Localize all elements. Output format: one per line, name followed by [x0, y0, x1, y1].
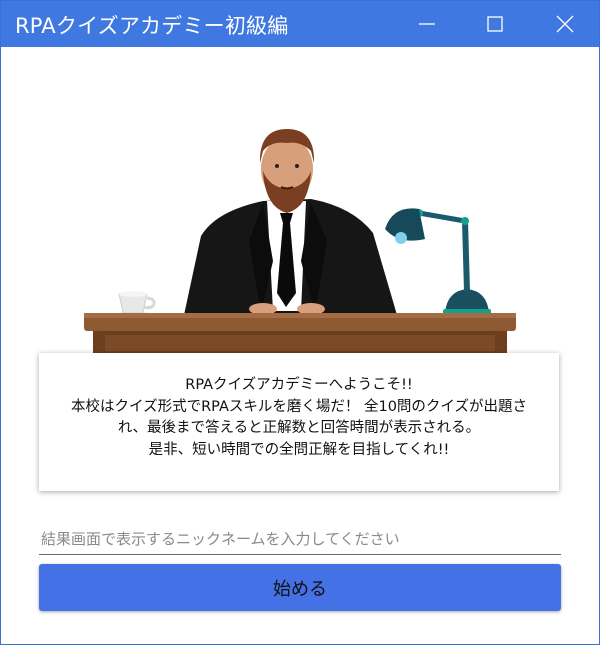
- start-button[interactable]: 始める: [39, 564, 561, 611]
- intro-line-3: れ、最後まで答えると正解数と回答時間が表示される。: [117, 420, 481, 436]
- teacher-illustration: [184, 129, 397, 315]
- desk-lamp-icon: [385, 208, 491, 315]
- maximize-button[interactable]: [461, 1, 529, 47]
- intro-line-2: 本校はクイズ形式でRPAスキルを磨く場だ！ 全10問のクイズが出題さ: [71, 398, 527, 415]
- minimize-button[interactable]: [393, 1, 461, 47]
- intro-line-1: RPAクイズアカデミーへようこそ!!: [185, 377, 413, 393]
- desk: [84, 313, 516, 357]
- intro-line-4: 是非、短い時間での全問正解を目指してくれ!!: [148, 441, 450, 458]
- window-title: RPAクイズアカデミー初級編: [15, 14, 289, 38]
- nickname-input[interactable]: [39, 523, 561, 555]
- close-button[interactable]: [531, 1, 599, 47]
- intro-card: RPAクイズアカデミーへようこそ!! 本校はクイズ形式でRPAスキルを磨く場だ！…: [39, 353, 559, 491]
- classroom-illustration: [84, 129, 516, 357]
- minimize-icon: [419, 23, 435, 25]
- app-window: RPAクイズアカデミー初級編 RPAクイズアカデミーへようこそ!! 本校はクイズ…: [0, 0, 600, 645]
- title-bar[interactable]: RPAクイズアカデミー初級編: [1, 1, 599, 47]
- close-icon: [556, 15, 574, 33]
- maximize-icon: [487, 16, 503, 32]
